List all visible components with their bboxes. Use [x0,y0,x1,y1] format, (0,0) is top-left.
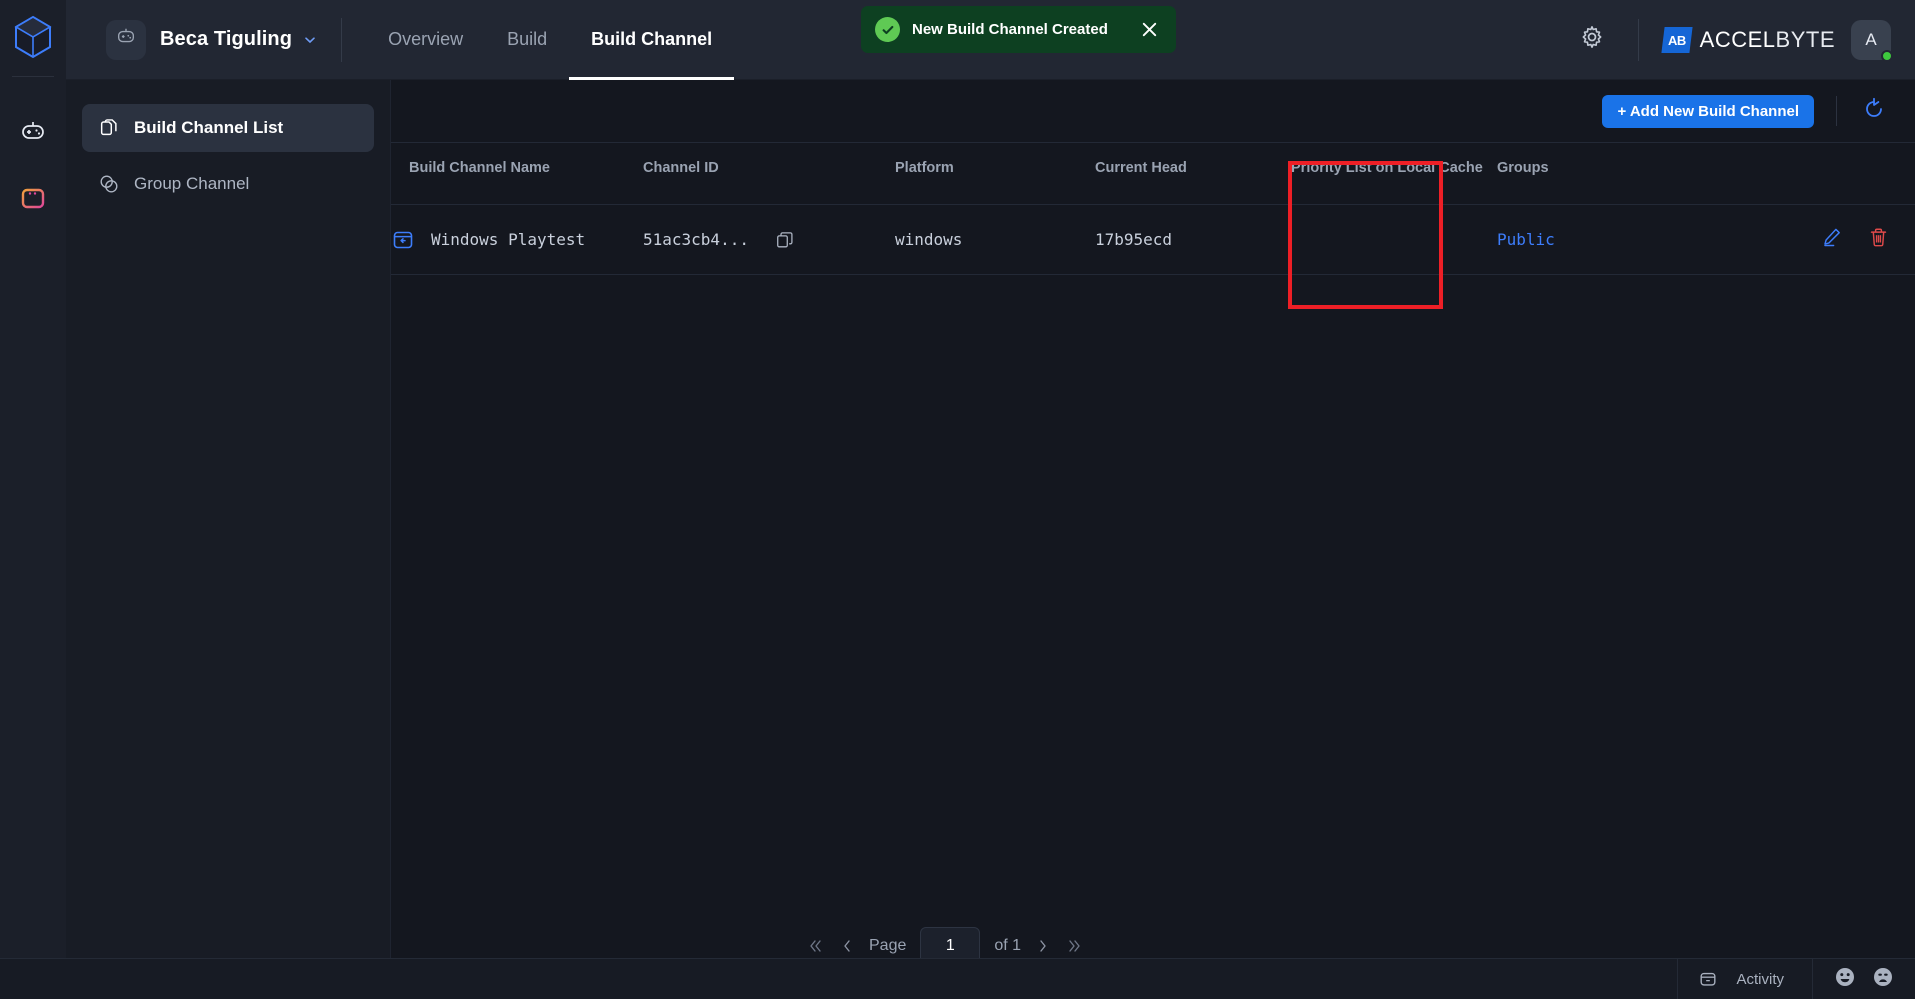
build-channel-table-wrapper: Build Channel Name Channel ID Platform C… [391,142,1915,309]
build-channel-name-value: Windows Playtest [431,229,586,249]
tab-build[interactable]: Build [485,0,569,80]
cell-groups: Public [1497,204,1697,275]
brand-wordmark: ACCELBYTE [1699,26,1835,52]
cell-platform: windows [895,204,1095,275]
table-head: Build Channel Name Channel ID Platform C… [391,142,1915,205]
accelbyte-logo: AB ACCELBYTE [1661,26,1835,53]
app-body: Beca Tiguling Overview Build Build Chann… [66,0,1915,999]
pencil-icon [1819,228,1844,254]
page-label: Page [869,937,907,954]
add-new-build-channel-button[interactable]: + Add New Build Channel [1602,94,1814,128]
toast-notification: New Build Channel Created [861,6,1176,53]
activity-label: Activity [1736,970,1784,988]
channel-id-value: 51ac3cb4... [643,230,749,249]
column-header-groups[interactable]: Groups [1497,142,1697,205]
column-header-channel-id[interactable]: Channel ID [643,142,895,205]
table-header-row: Build Channel Name Channel ID Platform C… [391,142,1915,205]
accelbyte-mark-icon: AB [1661,26,1693,53]
cell-channel-id: 51ac3cb4... [643,204,895,275]
column-header-priority-list[interactable]: Priority List on Local Cache [1291,142,1497,205]
column-header-actions [1697,142,1915,205]
table-row[interactable]: Windows Playtest 51ac3cb4... windows 17b… [391,204,1915,275]
store-window-icon [18,183,48,218]
smiley-happy-icon[interactable] [1833,965,1857,994]
copy-icon[interactable] [775,230,795,250]
sidebar-item-label: Build Channel List [134,118,284,137]
toolbar-divider [1836,96,1837,126]
rail-item-store[interactable] [10,177,56,223]
groups-value[interactable]: Public [1497,230,1555,249]
check-circle-icon [875,17,900,42]
column-header-build-channel-name[interactable]: Build Channel Name [391,142,643,205]
close-icon[interactable] [1136,17,1162,43]
sidebar-item-build-channel-list[interactable]: Build Channel List [82,104,374,152]
refresh-button[interactable] [1859,96,1889,126]
channel-icon [391,228,417,252]
table-body: Windows Playtest 51ac3cb4... windows 17b… [391,204,1915,275]
sidebar-item-group-channel[interactable]: Group Channel [82,160,374,208]
content-toolbar: + Add New Build Channel [391,80,1915,142]
tab-overview[interactable]: Overview [366,0,485,80]
rail-item-game[interactable] [10,109,56,155]
build-channel-table: Build Channel Name Channel ID Platform C… [391,142,1915,275]
cell-actions [1697,204,1915,275]
top-bar: Beca Tiguling Overview Build Build Chann… [66,0,1915,80]
rail-divider [12,76,54,77]
online-status-dot [1881,49,1893,62]
cell-priority-list [1291,204,1497,275]
robot-icon [115,26,137,53]
toast-message: New Build Channel Created [912,21,1108,38]
secondary-sidebar: Build Channel List Group Channel [66,80,391,999]
namespace-icon-chip[interactable] [106,19,146,60]
namespace-name[interactable]: Beca Tiguling [160,28,292,51]
documents-icon [96,117,122,139]
edit-row-button[interactable] [1819,225,1844,254]
trash-icon [1866,228,1891,254]
left-icon-rail [0,0,66,999]
topbar-divider-2 [1637,18,1639,61]
content-panel: + Add New Build Channel Build Channel Na… [391,80,1915,999]
settings-button[interactable] [1570,18,1614,62]
gear-icon [1579,24,1605,55]
feedback-group [1813,965,1915,994]
app-root: Beca Tiguling Overview Build Build Chann… [0,0,1915,999]
panel-icon [1698,969,1718,989]
game-controller-icon [18,115,48,150]
main-area: Build Channel List Group Channel + Add N… [66,80,1915,999]
chevron-down-icon[interactable] [303,33,317,47]
cell-build-channel-name: Windows Playtest [391,204,643,275]
column-header-platform[interactable]: Platform [895,142,1095,205]
avatar[interactable]: A [1851,19,1893,62]
activity-button[interactable]: Activity [1678,959,1812,999]
refresh-icon [1862,97,1886,126]
overlap-circles-icon [96,173,122,195]
primary-tabs: Overview Build Build Channel [366,0,735,80]
cell-current-head: 17b95ecd [1095,204,1291,275]
cube-logo-icon[interactable] [10,14,56,60]
topbar-right-group: AB ACCELBYTE A [1570,18,1915,62]
topbar-divider [341,17,343,62]
status-bar: Activity [0,958,1915,999]
total-pages-label: of 1 [994,937,1022,954]
tab-build-channel[interactable]: Build Channel [569,0,735,80]
delete-row-button[interactable] [1866,225,1891,254]
smiley-sad-icon[interactable] [1871,965,1895,994]
column-header-current-head[interactable]: Current Head [1095,142,1291,205]
sidebar-item-label: Group Channel [134,174,250,193]
